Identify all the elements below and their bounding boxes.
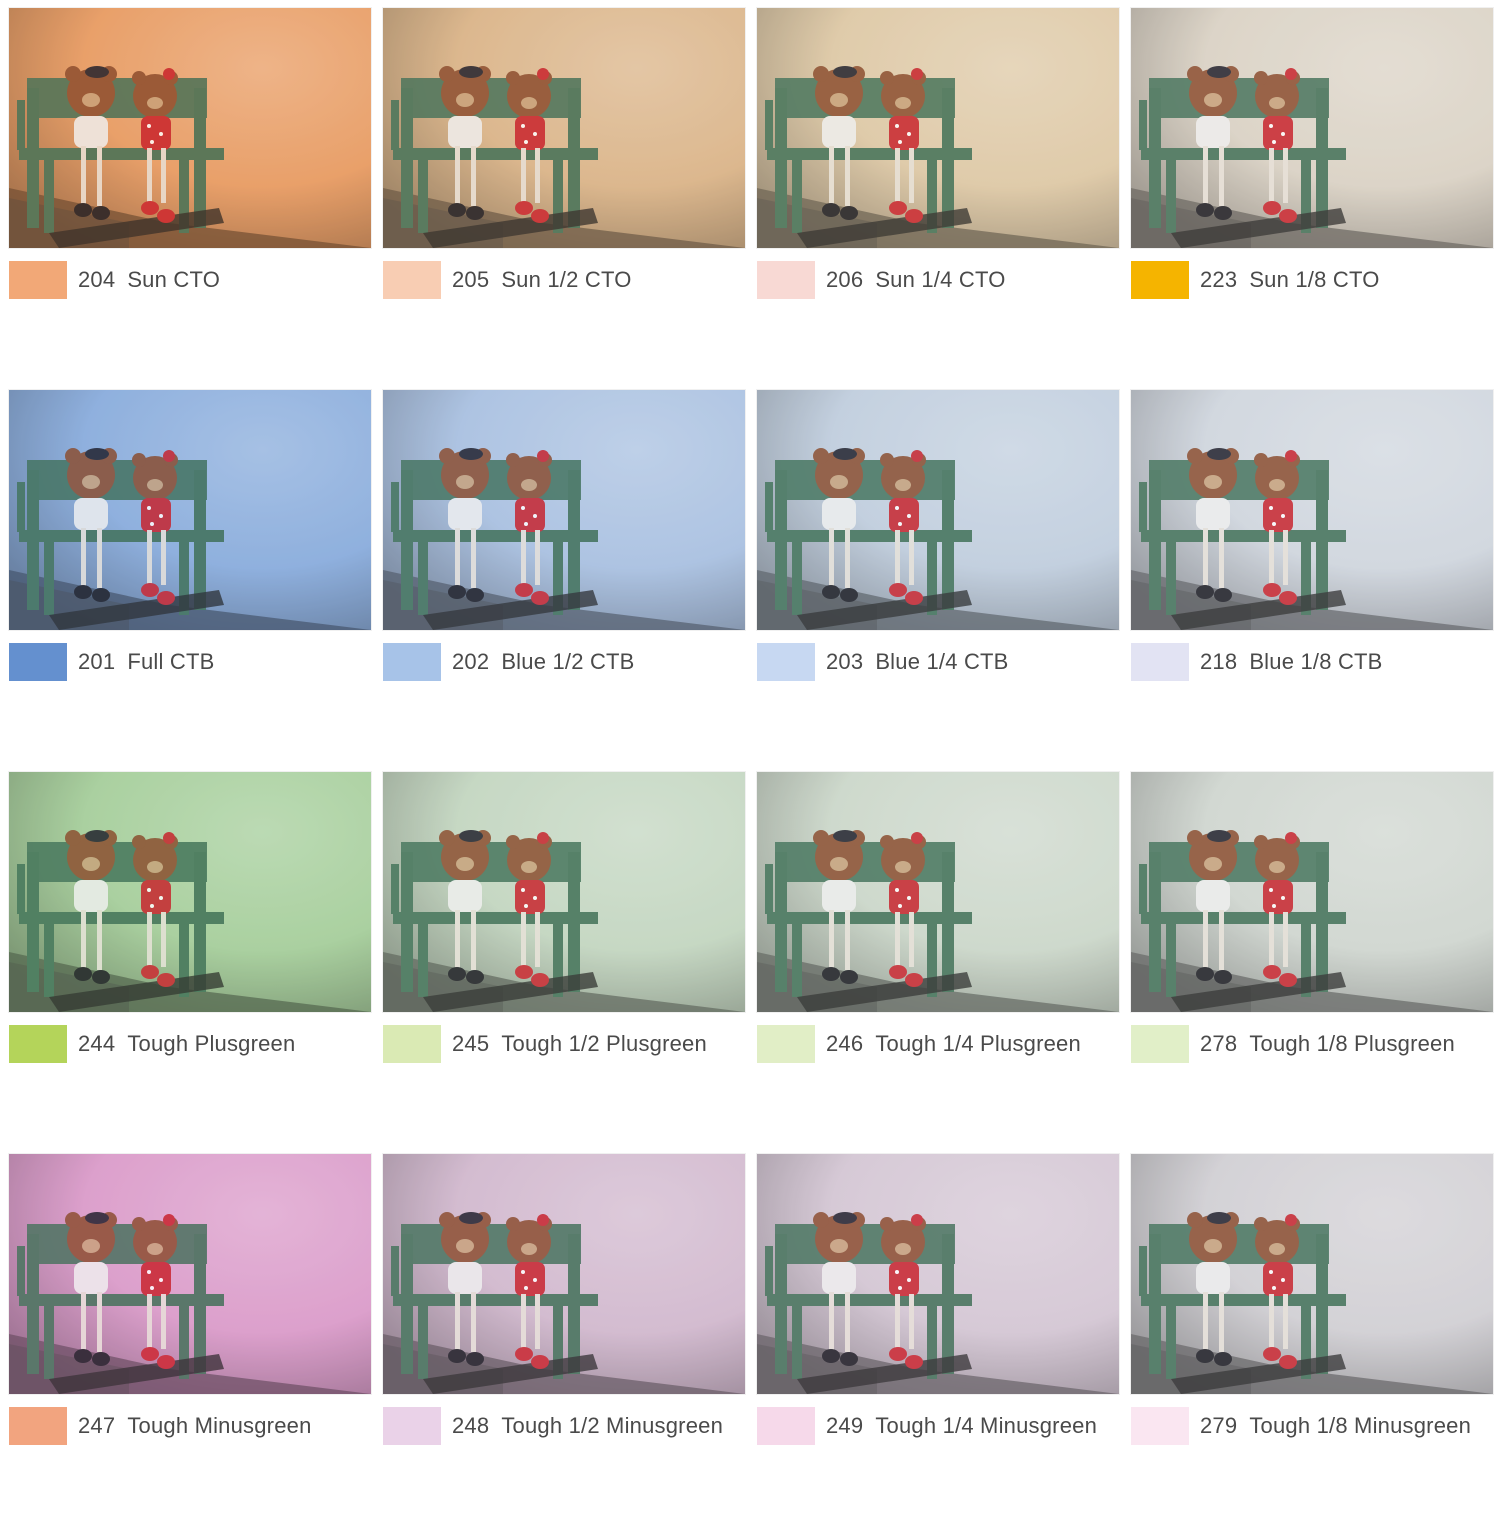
filter-name: Blue 1/2 CTB bbox=[501, 649, 635, 674]
filter-caption: 202 Blue 1/2 CTB bbox=[383, 643, 635, 681]
filter-sample-photo bbox=[9, 772, 371, 1012]
color-swatch bbox=[9, 1025, 67, 1063]
filter-sample-photo bbox=[1131, 390, 1493, 630]
filter-card: 206 Sun 1/4 CTO bbox=[757, 8, 1119, 390]
filter-card: 218 Blue 1/8 CTB bbox=[1131, 390, 1493, 772]
filter-name: Sun CTO bbox=[127, 267, 221, 292]
filter-caption: 223 Sun 1/8 CTO bbox=[1131, 261, 1380, 299]
filter-caption: 218 Blue 1/8 CTB bbox=[1131, 643, 1383, 681]
filter-gallery: 204 Sun CTO 205 Sun 1/2 CTO 206 Sun 1/4 … bbox=[9, 8, 1493, 1536]
filter-code: 246 bbox=[826, 1031, 864, 1056]
filter-card: 202 Blue 1/2 CTB bbox=[383, 390, 745, 772]
filter-caption: 201 Full CTB bbox=[9, 643, 214, 681]
filter-name: Tough 1/2 Plusgreen bbox=[501, 1031, 707, 1056]
filter-card: 278 Tough 1/8 Plusgreen bbox=[1131, 772, 1493, 1154]
filter-caption: 205 Sun 1/2 CTO bbox=[383, 261, 632, 299]
filter-name: Sun 1/4 CTO bbox=[875, 267, 1006, 292]
filter-card: 244 Tough Plusgreen bbox=[9, 772, 371, 1154]
filter-name: Tough 1/4 Minusgreen bbox=[875, 1413, 1098, 1438]
filter-name: Blue 1/8 CTB bbox=[1249, 649, 1383, 674]
filter-name: Tough Plusgreen bbox=[127, 1031, 296, 1056]
filter-code: 202 bbox=[452, 649, 490, 674]
filter-code: 223 bbox=[1200, 267, 1238, 292]
filter-caption: 246 Tough 1/4 Plusgreen bbox=[757, 1025, 1081, 1063]
filter-card: 248 Tough 1/2 Minusgreen bbox=[383, 1154, 745, 1536]
filter-code: 244 bbox=[78, 1031, 116, 1056]
filter-caption: 248 Tough 1/2 Minusgreen bbox=[383, 1407, 723, 1445]
filter-name: Full CTB bbox=[127, 649, 215, 674]
filter-code: 204 bbox=[78, 267, 116, 292]
filter-caption: 245 Tough 1/2 Plusgreen bbox=[383, 1025, 707, 1063]
color-swatch bbox=[757, 1025, 815, 1063]
color-swatch bbox=[757, 643, 815, 681]
filter-card: 246 Tough 1/4 Plusgreen bbox=[757, 772, 1119, 1154]
filter-card: 247 Tough Minusgreen bbox=[9, 1154, 371, 1536]
color-swatch bbox=[1131, 643, 1189, 681]
color-swatch bbox=[1131, 261, 1189, 299]
filter-sample-photo bbox=[1131, 772, 1493, 1012]
filter-card: 203 Blue 1/4 CTB bbox=[757, 390, 1119, 772]
filter-sample-photo bbox=[1131, 8, 1493, 248]
filter-sample-photo bbox=[757, 1154, 1119, 1394]
filter-code: 245 bbox=[452, 1031, 490, 1056]
filter-code: 206 bbox=[826, 267, 864, 292]
color-swatch bbox=[383, 643, 441, 681]
filter-caption: 203 Blue 1/4 CTB bbox=[757, 643, 1009, 681]
filter-sample-photo bbox=[9, 1154, 371, 1394]
filter-card: 223 Sun 1/8 CTO bbox=[1131, 8, 1493, 390]
filter-caption: 279 Tough 1/8 Minusgreen bbox=[1131, 1407, 1471, 1445]
filter-name: Tough 1/4 Plusgreen bbox=[875, 1031, 1081, 1056]
filter-name: Blue 1/4 CTB bbox=[875, 649, 1009, 674]
filter-sample-photo bbox=[9, 8, 371, 248]
filter-sample-photo bbox=[757, 772, 1119, 1012]
filter-code: 279 bbox=[1200, 1413, 1238, 1438]
filter-sample-photo bbox=[757, 8, 1119, 248]
filter-code: 278 bbox=[1200, 1031, 1238, 1056]
filter-name: Tough 1/2 Minusgreen bbox=[501, 1413, 724, 1438]
filter-card: 201 Full CTB bbox=[9, 390, 371, 772]
filter-code: 218 bbox=[1200, 649, 1238, 674]
filter-sample-photo bbox=[383, 772, 745, 1012]
filter-name: Tough 1/8 Minusgreen bbox=[1249, 1413, 1472, 1438]
color-swatch bbox=[383, 1025, 441, 1063]
filter-caption: 278 Tough 1/8 Plusgreen bbox=[1131, 1025, 1455, 1063]
filter-sample-photo bbox=[383, 1154, 745, 1394]
filter-sample-photo bbox=[757, 390, 1119, 630]
filter-card: 249 Tough 1/4 Minusgreen bbox=[757, 1154, 1119, 1536]
filter-code: 248 bbox=[452, 1413, 490, 1438]
filter-sample-photo bbox=[383, 8, 745, 248]
filter-name: Tough Minusgreen bbox=[127, 1413, 312, 1438]
filter-code: 247 bbox=[78, 1413, 116, 1438]
filter-sample-photo bbox=[9, 390, 371, 630]
filter-code: 203 bbox=[826, 649, 864, 674]
color-swatch bbox=[1131, 1025, 1189, 1063]
filter-card: 204 Sun CTO bbox=[9, 8, 371, 390]
filter-caption: 247 Tough Minusgreen bbox=[9, 1407, 312, 1445]
filter-code: 249 bbox=[826, 1413, 864, 1438]
color-swatch bbox=[9, 1407, 67, 1445]
filter-caption: 206 Sun 1/4 CTO bbox=[757, 261, 1006, 299]
filter-card: 279 Tough 1/8 Minusgreen bbox=[1131, 1154, 1493, 1536]
filter-code: 205 bbox=[452, 267, 490, 292]
color-swatch bbox=[383, 1407, 441, 1445]
color-swatch bbox=[9, 261, 67, 299]
filter-sample-photo bbox=[383, 390, 745, 630]
filter-name: Sun 1/8 CTO bbox=[1249, 267, 1380, 292]
filter-name: Tough 1/8 Plusgreen bbox=[1249, 1031, 1455, 1056]
filter-caption: 204 Sun CTO bbox=[9, 261, 220, 299]
color-swatch bbox=[757, 261, 815, 299]
color-swatch bbox=[1131, 1407, 1189, 1445]
color-swatch bbox=[383, 261, 441, 299]
color-swatch bbox=[9, 643, 67, 681]
filter-caption: 249 Tough 1/4 Minusgreen bbox=[757, 1407, 1097, 1445]
filter-code: 201 bbox=[78, 649, 116, 674]
filter-card: 245 Tough 1/2 Plusgreen bbox=[383, 772, 745, 1154]
color-swatch bbox=[757, 1407, 815, 1445]
filter-card: 205 Sun 1/2 CTO bbox=[383, 8, 745, 390]
filter-name: Sun 1/2 CTO bbox=[501, 267, 632, 292]
filter-sample-photo bbox=[1131, 1154, 1493, 1394]
filter-caption: 244 Tough Plusgreen bbox=[9, 1025, 295, 1063]
